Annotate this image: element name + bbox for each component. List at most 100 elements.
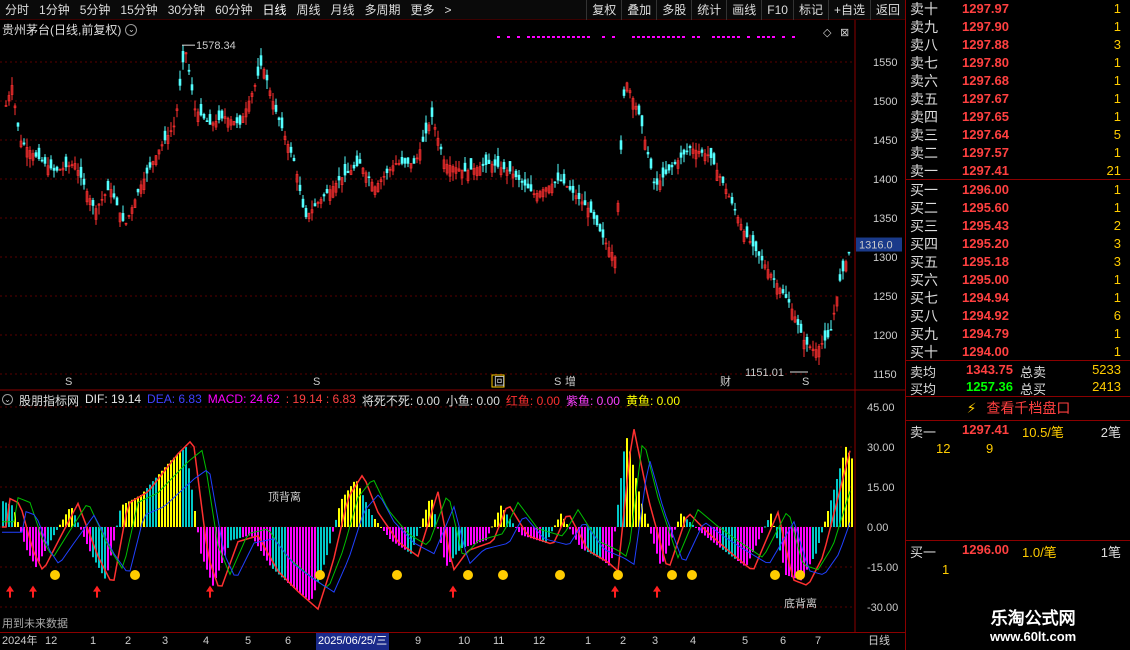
toolbar-action-button[interactable]: 画线 xyxy=(726,0,761,20)
buy-level-label: 买七 xyxy=(910,290,938,306)
time-axis[interactable]: 2024年 12 1 2 3 4 5 6 2025/06/25/三 9 10 11 12 1 2 3 4 5 6 7 日… xyxy=(0,632,905,650)
price-chart[interactable]: 1550 1500 1450 1400 1350 1300 1250 1200 1150 1578… xyxy=(0,20,905,632)
candle-body xyxy=(289,146,293,153)
sell-level-price: 1297.90 xyxy=(962,19,1009,34)
sell-level-row[interactable]: 卖十 1297.97 1 xyxy=(906,0,1130,18)
event-marker[interactable]: S xyxy=(313,376,320,388)
signal-dot xyxy=(772,36,775,38)
signal-dot xyxy=(737,36,740,38)
event-marker[interactable]: 增 xyxy=(565,374,576,388)
buy-level-price: 1294.94 xyxy=(962,290,1009,305)
candle-body xyxy=(145,167,149,174)
chevron-down-icon[interactable]: ⌄ xyxy=(125,23,138,36)
candle-body xyxy=(292,157,296,161)
event-marker[interactable]: 回 xyxy=(494,375,505,388)
event-marker[interactable]: 财 xyxy=(720,374,731,388)
time-axis-label: 11 xyxy=(493,635,505,647)
signal-dot xyxy=(587,36,590,38)
macd-bar xyxy=(290,527,292,586)
toolbar-action-button[interactable]: 标记 xyxy=(792,0,828,20)
macd-bar xyxy=(242,527,244,538)
toolbar-action-button[interactable]: 复权 xyxy=(586,0,621,20)
time-axis-label: 4 xyxy=(690,635,697,647)
sell-level-row[interactable]: 卖六 1297.68 1 xyxy=(906,72,1130,90)
bid1-count: 1笔 xyxy=(1100,545,1121,560)
macd-bar xyxy=(416,527,418,537)
money-bag-icon xyxy=(392,570,402,580)
macd-bar xyxy=(770,513,772,527)
buy-level-row[interactable]: 买四 1295.20 3 xyxy=(906,235,1130,253)
sell-level-row[interactable]: 卖三 1297.64 5 xyxy=(906,126,1130,144)
time-axis-label: 1 xyxy=(585,635,592,647)
period-label[interactable]: 日线 xyxy=(868,633,890,650)
candle-body xyxy=(529,184,533,192)
time-axis-label: 2024年 xyxy=(2,635,38,647)
toolbar-action-button[interactable]: 多股 xyxy=(656,0,691,20)
period-tab[interactable]: 更多 xyxy=(406,0,440,20)
event-marker[interactable]: S xyxy=(554,376,561,388)
chevron-right-icon[interactable]: > xyxy=(440,0,457,20)
candle-body xyxy=(751,235,755,247)
candle-body xyxy=(43,157,47,164)
period-tab[interactable]: 5分钟 xyxy=(75,0,116,20)
buy-level-row[interactable]: 买二 1295.60 1 xyxy=(906,199,1130,217)
period-tab[interactable]: 日线 xyxy=(257,0,291,20)
buy-level-row[interactable]: 买八 1294.92 6 xyxy=(906,307,1130,325)
candle-body xyxy=(664,169,668,174)
period-tab[interactable]: 60分钟 xyxy=(210,0,257,20)
sell-level-row[interactable]: 卖一 1297.41 21 xyxy=(906,162,1130,180)
indicator-name[interactable]: 股朋指标网 xyxy=(19,392,79,409)
period-tab[interactable]: 30分钟 xyxy=(163,0,210,20)
period-tab[interactable]: 多周期 xyxy=(360,0,406,20)
toolbar-action-button[interactable]: 返回 xyxy=(869,0,905,20)
diamond-icon[interactable]: ◇ xyxy=(823,27,832,39)
buy-level-price: 1294.00 xyxy=(962,344,1009,359)
period-tab[interactable]: 周线 xyxy=(291,0,325,20)
sell-level-row[interactable]: 卖八 1297.88 3 xyxy=(906,36,1130,54)
candle-body xyxy=(502,162,506,170)
period-tab[interactable]: 分时 xyxy=(0,0,34,20)
candle-body xyxy=(217,110,221,121)
buy-level-row[interactable]: 买六 1295.00 1 xyxy=(906,271,1130,289)
toolbar-action-button[interactable]: 叠加 xyxy=(621,0,656,20)
period-tab[interactable]: 月线 xyxy=(326,0,360,20)
buy-level-price: 1295.00 xyxy=(962,272,1009,287)
toolbar-action-button[interactable]: +自选 xyxy=(827,0,870,20)
candle-body xyxy=(568,186,572,190)
buy-level-row[interactable]: 买十 1294.00 1 xyxy=(906,343,1130,361)
view-depth-button[interactable]: ⚡ 查看千档盘口 xyxy=(906,396,1130,420)
macd-bar xyxy=(191,489,193,527)
macd-bar xyxy=(299,527,301,593)
ask1-queue-2: 9 xyxy=(986,441,994,456)
buy-level-row[interactable]: 买一 1296.00 1 xyxy=(906,181,1130,199)
close-icon[interactable]: ⊠ xyxy=(840,27,849,39)
period-tab[interactable]: 15分钟 xyxy=(115,0,162,20)
macd-bar xyxy=(740,527,742,564)
sell-level-row[interactable]: 卖四 1297.65 1 xyxy=(906,108,1130,126)
buy-level-label: 买六 xyxy=(910,272,938,288)
toolbar-action-button[interactable]: F10 xyxy=(761,0,793,20)
brand-line-2: www.60lt.com xyxy=(990,629,1077,644)
candle-body xyxy=(799,323,803,333)
buy-level-row[interactable]: 买三 1295.43 2 xyxy=(906,217,1130,235)
sell-level-row[interactable]: 卖七 1297.80 1 xyxy=(906,54,1130,72)
buy-level-price: 1295.60 xyxy=(962,200,1009,215)
toolbar-action-button[interactable]: 统计 xyxy=(691,0,726,20)
event-marker[interactable]: S xyxy=(802,376,809,388)
money-bag-icon xyxy=(613,570,623,580)
candle-body xyxy=(838,274,842,281)
sell-level-row[interactable]: 卖九 1297.90 1 xyxy=(906,18,1130,36)
buy-level-label: 买五 xyxy=(910,254,938,270)
buy-level-row[interactable]: 买七 1294.94 1 xyxy=(906,289,1130,307)
candle-body xyxy=(178,78,182,86)
event-marker[interactable]: S xyxy=(65,376,72,388)
period-tab[interactable]: 1分钟 xyxy=(34,0,75,20)
chevron-down-icon[interactable]: ⌄ xyxy=(2,394,13,405)
ask1-size: 10.5/笔 xyxy=(1022,425,1064,440)
buy-level-row[interactable]: 买五 1295.18 3 xyxy=(906,253,1130,271)
macd-bar xyxy=(437,527,439,529)
macd-bar xyxy=(146,488,148,527)
sell-level-row[interactable]: 卖二 1297.57 1 xyxy=(906,144,1130,162)
buy-level-row[interactable]: 买九 1294.79 1 xyxy=(906,325,1130,343)
sell-level-row[interactable]: 卖五 1297.67 1 xyxy=(906,90,1130,108)
